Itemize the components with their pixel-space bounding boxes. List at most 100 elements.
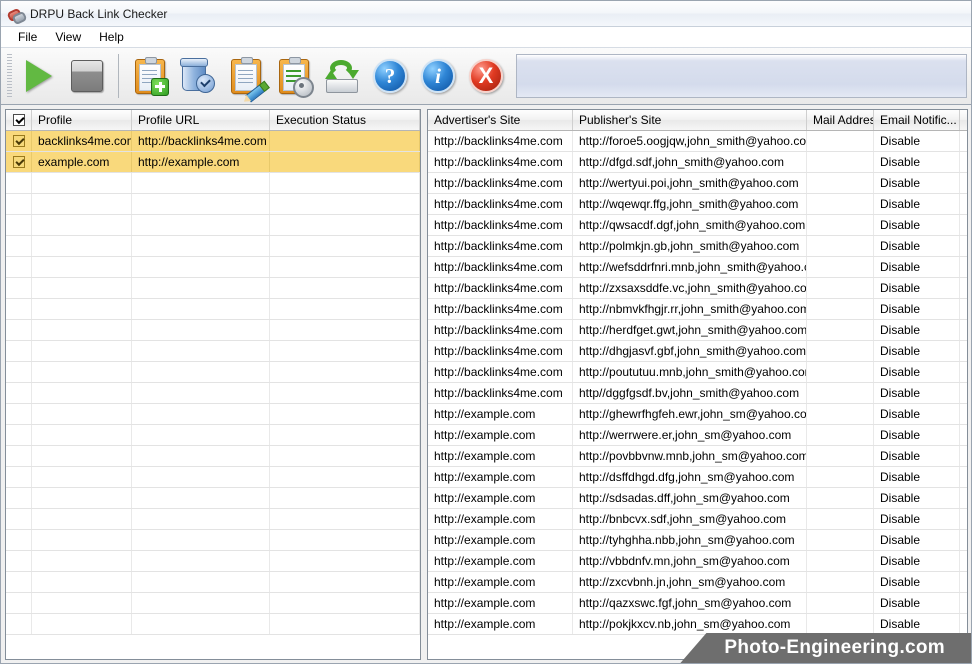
- select-all-checkbox[interactable]: [12, 114, 25, 126]
- column-header-profile-url[interactable]: Profile URL: [132, 110, 270, 130]
- empty-cell: [270, 320, 420, 340]
- table-row[interactable]: backlinks4me.com http://backlinks4me.com: [6, 131, 420, 152]
- help-icon: ?: [373, 59, 407, 93]
- profile-row-checkbox-cell[interactable]: [6, 152, 32, 172]
- empty-cell: [6, 278, 32, 298]
- table-row[interactable]: example.com http://example.com: [6, 152, 420, 173]
- table-row[interactable]: http://backlinks4me.com http://zxsaxsddfe…: [428, 278, 967, 299]
- table-row-empty[interactable]: [6, 173, 420, 194]
- table-row-empty[interactable]: [6, 446, 420, 467]
- links-list[interactable]: http://backlinks4me.com http://foroe5.oog…: [428, 131, 967, 659]
- email-notification-cell: Disable: [874, 383, 960, 403]
- table-row-empty[interactable]: [6, 425, 420, 446]
- table-row-empty[interactable]: [6, 257, 420, 278]
- table-row[interactable]: http://backlinks4me.com http://wefsddrfnr…: [428, 257, 967, 278]
- table-row[interactable]: http://example.com http://dsffdhgd.dfg,jo…: [428, 467, 967, 488]
- table-row-empty[interactable]: [6, 572, 420, 593]
- table-row-empty[interactable]: [6, 593, 420, 614]
- table-row[interactable]: http://backlinks4me.com http://polmkjn.gb…: [428, 236, 967, 257]
- table-row-empty[interactable]: [6, 551, 420, 572]
- empty-cell: [270, 215, 420, 235]
- backup-restore-button[interactable]: [318, 52, 366, 100]
- table-row[interactable]: http://backlinks4me.com http://wertyui.po…: [428, 173, 967, 194]
- profiles-list[interactable]: backlinks4me.com http://backlinks4me.com e…: [6, 131, 420, 659]
- edit-profile-button[interactable]: [222, 52, 270, 103]
- help-button[interactable]: ?: [366, 52, 414, 100]
- table-row[interactable]: http://example.com http://vbbdnfv.mn,john…: [428, 551, 967, 572]
- table-row[interactable]: http://example.com http://qazxswc.fgf,joh…: [428, 593, 967, 614]
- table-row-empty[interactable]: [6, 383, 420, 404]
- toolbar-grip[interactable]: [7, 54, 12, 98]
- info-button[interactable]: i: [414, 52, 462, 100]
- add-profile-button[interactable]: [126, 52, 174, 100]
- column-header-publishers-site[interactable]: Publisher's Site: [573, 110, 807, 130]
- table-row[interactable]: http://example.com http://bnbcvx.sdf,john…: [428, 509, 967, 530]
- empty-cell: [32, 593, 132, 613]
- empty-cell: [132, 509, 270, 529]
- table-row-empty[interactable]: [6, 236, 420, 257]
- column-header-execution-status[interactable]: Execution Status: [270, 110, 420, 130]
- publisher-site-cell: http://pokjkxcv.nb,john_sm@yahoo.com: [573, 614, 807, 634]
- table-row[interactable]: http://backlinks4me.com http://dfgd.sdf,j…: [428, 152, 967, 173]
- profiles-select-all-header[interactable]: [6, 110, 32, 130]
- table-row-empty[interactable]: [6, 404, 420, 425]
- menu-item-file[interactable]: File: [9, 28, 46, 46]
- table-row[interactable]: http://example.com http://sdsadas.dff,joh…: [428, 488, 967, 509]
- column-header-profile[interactable]: Profile: [32, 110, 132, 130]
- link-chain-icon: [6, 6, 28, 25]
- advertiser-site-cell: http://backlinks4me.com: [428, 173, 573, 193]
- table-row-empty[interactable]: [6, 194, 420, 215]
- profile-row-checkbox[interactable]: [12, 135, 25, 147]
- table-row[interactable]: http://example.com http://ghewrfhgfeh.ewr…: [428, 404, 967, 425]
- table-row-empty[interactable]: [6, 614, 420, 635]
- publisher-site-cell: http://herdfget.gwt,john_smith@yahoo.com: [573, 320, 807, 340]
- table-row-empty[interactable]: [6, 488, 420, 509]
- column-header-email-notification[interactable]: Email Notific...: [874, 110, 960, 130]
- table-row-empty[interactable]: [6, 278, 420, 299]
- table-row[interactable]: http://backlinks4me.com http://poututuu.m…: [428, 362, 967, 383]
- empty-cell: [6, 593, 32, 613]
- profile-row-checkbox-cell[interactable]: [6, 131, 32, 151]
- table-row[interactable]: http://example.com http://werrwere.er,joh…: [428, 425, 967, 446]
- empty-cell: [6, 383, 32, 403]
- profile-row-checkbox[interactable]: [12, 156, 25, 168]
- table-row-empty[interactable]: [6, 530, 420, 551]
- menu-item-help[interactable]: Help: [90, 28, 133, 46]
- empty-cell: [6, 173, 32, 193]
- menu-item-view[interactable]: View: [46, 28, 90, 46]
- table-row[interactable]: http://backlinks4me.com http://qwsacdf.dg…: [428, 215, 967, 236]
- table-row[interactable]: http://backlinks4me.com http://wqewqr.ffg…: [428, 194, 967, 215]
- profile-settings-button[interactable]: [270, 52, 318, 100]
- table-row-empty[interactable]: [6, 320, 420, 341]
- table-row-empty[interactable]: [6, 299, 420, 320]
- empty-cell: [132, 257, 270, 277]
- table-row-empty[interactable]: [6, 362, 420, 383]
- table-row[interactable]: http://backlinks4me.com http//dggfgsdf.bv…: [428, 383, 967, 404]
- email-notification-cell: Disable: [874, 467, 960, 487]
- table-row[interactable]: http://example.com http://tyhghha.nbb,joh…: [428, 530, 967, 551]
- empty-cell: [6, 299, 32, 319]
- delete-profile-button[interactable]: [174, 52, 222, 100]
- stop-button[interactable]: [63, 52, 111, 100]
- start-button[interactable]: [15, 52, 63, 100]
- table-row[interactable]: http://backlinks4me.com http://herdfget.g…: [428, 320, 967, 341]
- advertiser-site-cell: http://example.com: [428, 509, 573, 529]
- column-header-advertisers-site[interactable]: Advertiser's Site: [428, 110, 573, 130]
- empty-cell: [270, 404, 420, 424]
- advertiser-site-cell: http://backlinks4me.com: [428, 341, 573, 361]
- profile-url-cell: http://example.com: [132, 152, 270, 172]
- table-row[interactable]: http://example.com http://povbbvnw.mnb,jo…: [428, 446, 967, 467]
- table-row[interactable]: http://example.com http://zxcvbnh.jn,john…: [428, 572, 967, 593]
- publisher-site-cell: http://bnbcvx.sdf,john_sm@yahoo.com: [573, 509, 807, 529]
- table-row-empty[interactable]: [6, 341, 420, 362]
- table-row[interactable]: http://example.com http://pokjkxcv.nb,joh…: [428, 614, 967, 635]
- column-header-mail-address[interactable]: Mail Address: [807, 110, 874, 130]
- table-row-empty[interactable]: [6, 509, 420, 530]
- table-row-empty[interactable]: [6, 215, 420, 236]
- table-row-empty[interactable]: [6, 467, 420, 488]
- table-row[interactable]: http://backlinks4me.com http://foroe5.oog…: [428, 131, 967, 152]
- table-row[interactable]: http://backlinks4me.com http://nbmvkfhgjr…: [428, 299, 967, 320]
- empty-cell: [270, 551, 420, 571]
- table-row[interactable]: http://backlinks4me.com http://dhgjasvf.g…: [428, 341, 967, 362]
- close-button[interactable]: X: [462, 52, 510, 100]
